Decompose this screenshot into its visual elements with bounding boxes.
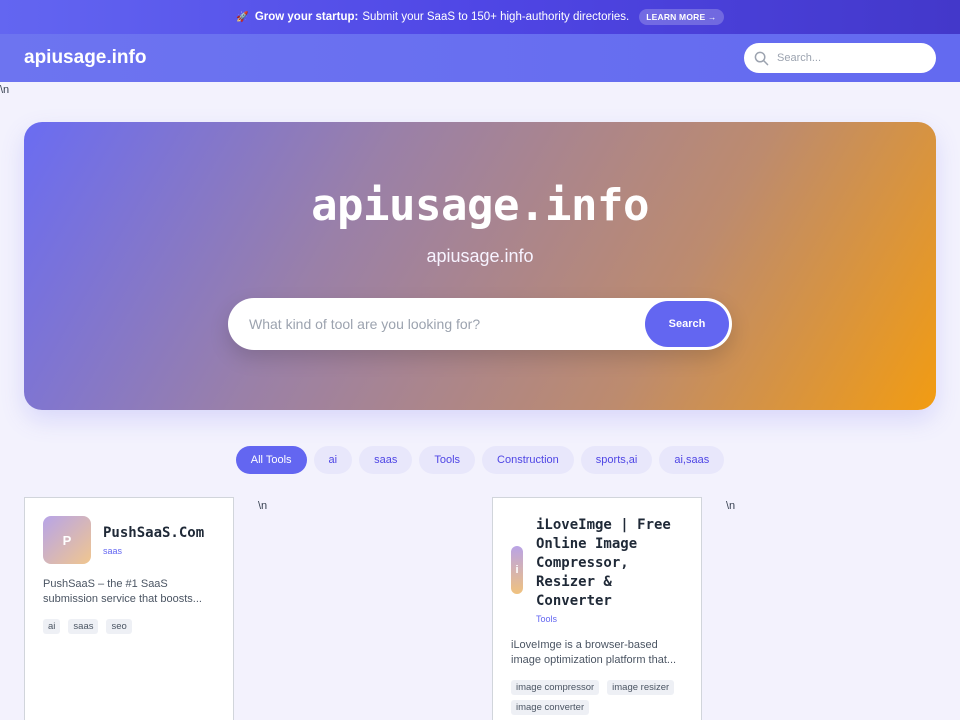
tool-description: iLoveImge is a browser-based image optim… <box>511 639 677 666</box>
promo-banner: 🚀 Grow your startup: Submit your SaaS to… <box>0 0 960 34</box>
tool-category: saas <box>103 546 123 556</box>
tool-title[interactable]: iLoveImge | Free Online Image Compressor… <box>536 516 696 611</box>
stray-text: \n <box>0 84 10 96</box>
filter-ai[interactable]: ai <box>313 446 353 474</box>
hero-subtitle: apiusage.info <box>426 246 534 266</box>
tag[interactable]: image resizer <box>607 680 675 695</box>
tag[interactable]: seo <box>106 619 132 634</box>
stray-text: \n <box>258 500 268 512</box>
filter-saas[interactable]: saas <box>359 446 413 474</box>
hero-title: apiusage.info <box>311 180 649 231</box>
tool-avatar: i <box>511 546 523 594</box>
hero-search-button[interactable]: Search <box>645 301 729 347</box>
filter-all-tools[interactable]: All Tools <box>235 446 307 474</box>
header-search-input[interactable] <box>777 52 917 64</box>
filter-tools[interactable]: Tools <box>419 446 476 474</box>
hero-search-input[interactable] <box>249 316 645 332</box>
tool-card[interactable]: i iLoveImge | Free Online Image Compress… <box>492 497 702 720</box>
tool-description: PushSaaS – the #1 SaaS submission servic… <box>43 578 202 605</box>
tool-card[interactable]: P PushSaaS.Com saas PushSaaS – the #1 Sa… <box>24 497 234 720</box>
category-filters: All Tools ai saas Tools Construction spo… <box>0 446 960 474</box>
tool-tags: ai saas seo <box>43 619 223 634</box>
search-icon <box>754 51 769 65</box>
tool-title[interactable]: PushSaaS.Com <box>103 524 228 543</box>
filter-sports-ai[interactable]: sports,ai <box>580 446 653 474</box>
site-logo[interactable]: apiusage.info <box>24 47 146 69</box>
tool-avatar: P <box>43 516 91 564</box>
promo-bold-text: Grow your startup: <box>254 11 359 23</box>
hero-banner: apiusage.info apiusage.info Search <box>24 122 936 410</box>
tool-tags: image compressor image resizer image con… <box>511 680 691 715</box>
tag[interactable]: ai <box>43 619 61 634</box>
filter-construction[interactable]: Construction <box>482 446 574 474</box>
tag[interactable]: image compressor <box>511 680 600 695</box>
header-search-box[interactable] <box>744 43 936 73</box>
learn-more-button[interactable]: LEARN MORE → <box>639 9 724 25</box>
rocket-icon: 🚀 <box>236 11 249 23</box>
tag[interactable]: saas <box>68 619 99 634</box>
promo-text: Submit your SaaS to 150+ high-authority … <box>362 11 630 23</box>
stray-text: \n <box>726 500 736 512</box>
filter-ai-saas[interactable]: ai,saas <box>659 446 725 474</box>
hero-search-box: Search <box>228 298 732 350</box>
site-header: apiusage.info <box>0 34 960 82</box>
tag[interactable]: image converter <box>511 700 590 715</box>
tool-category: Tools <box>536 614 558 624</box>
